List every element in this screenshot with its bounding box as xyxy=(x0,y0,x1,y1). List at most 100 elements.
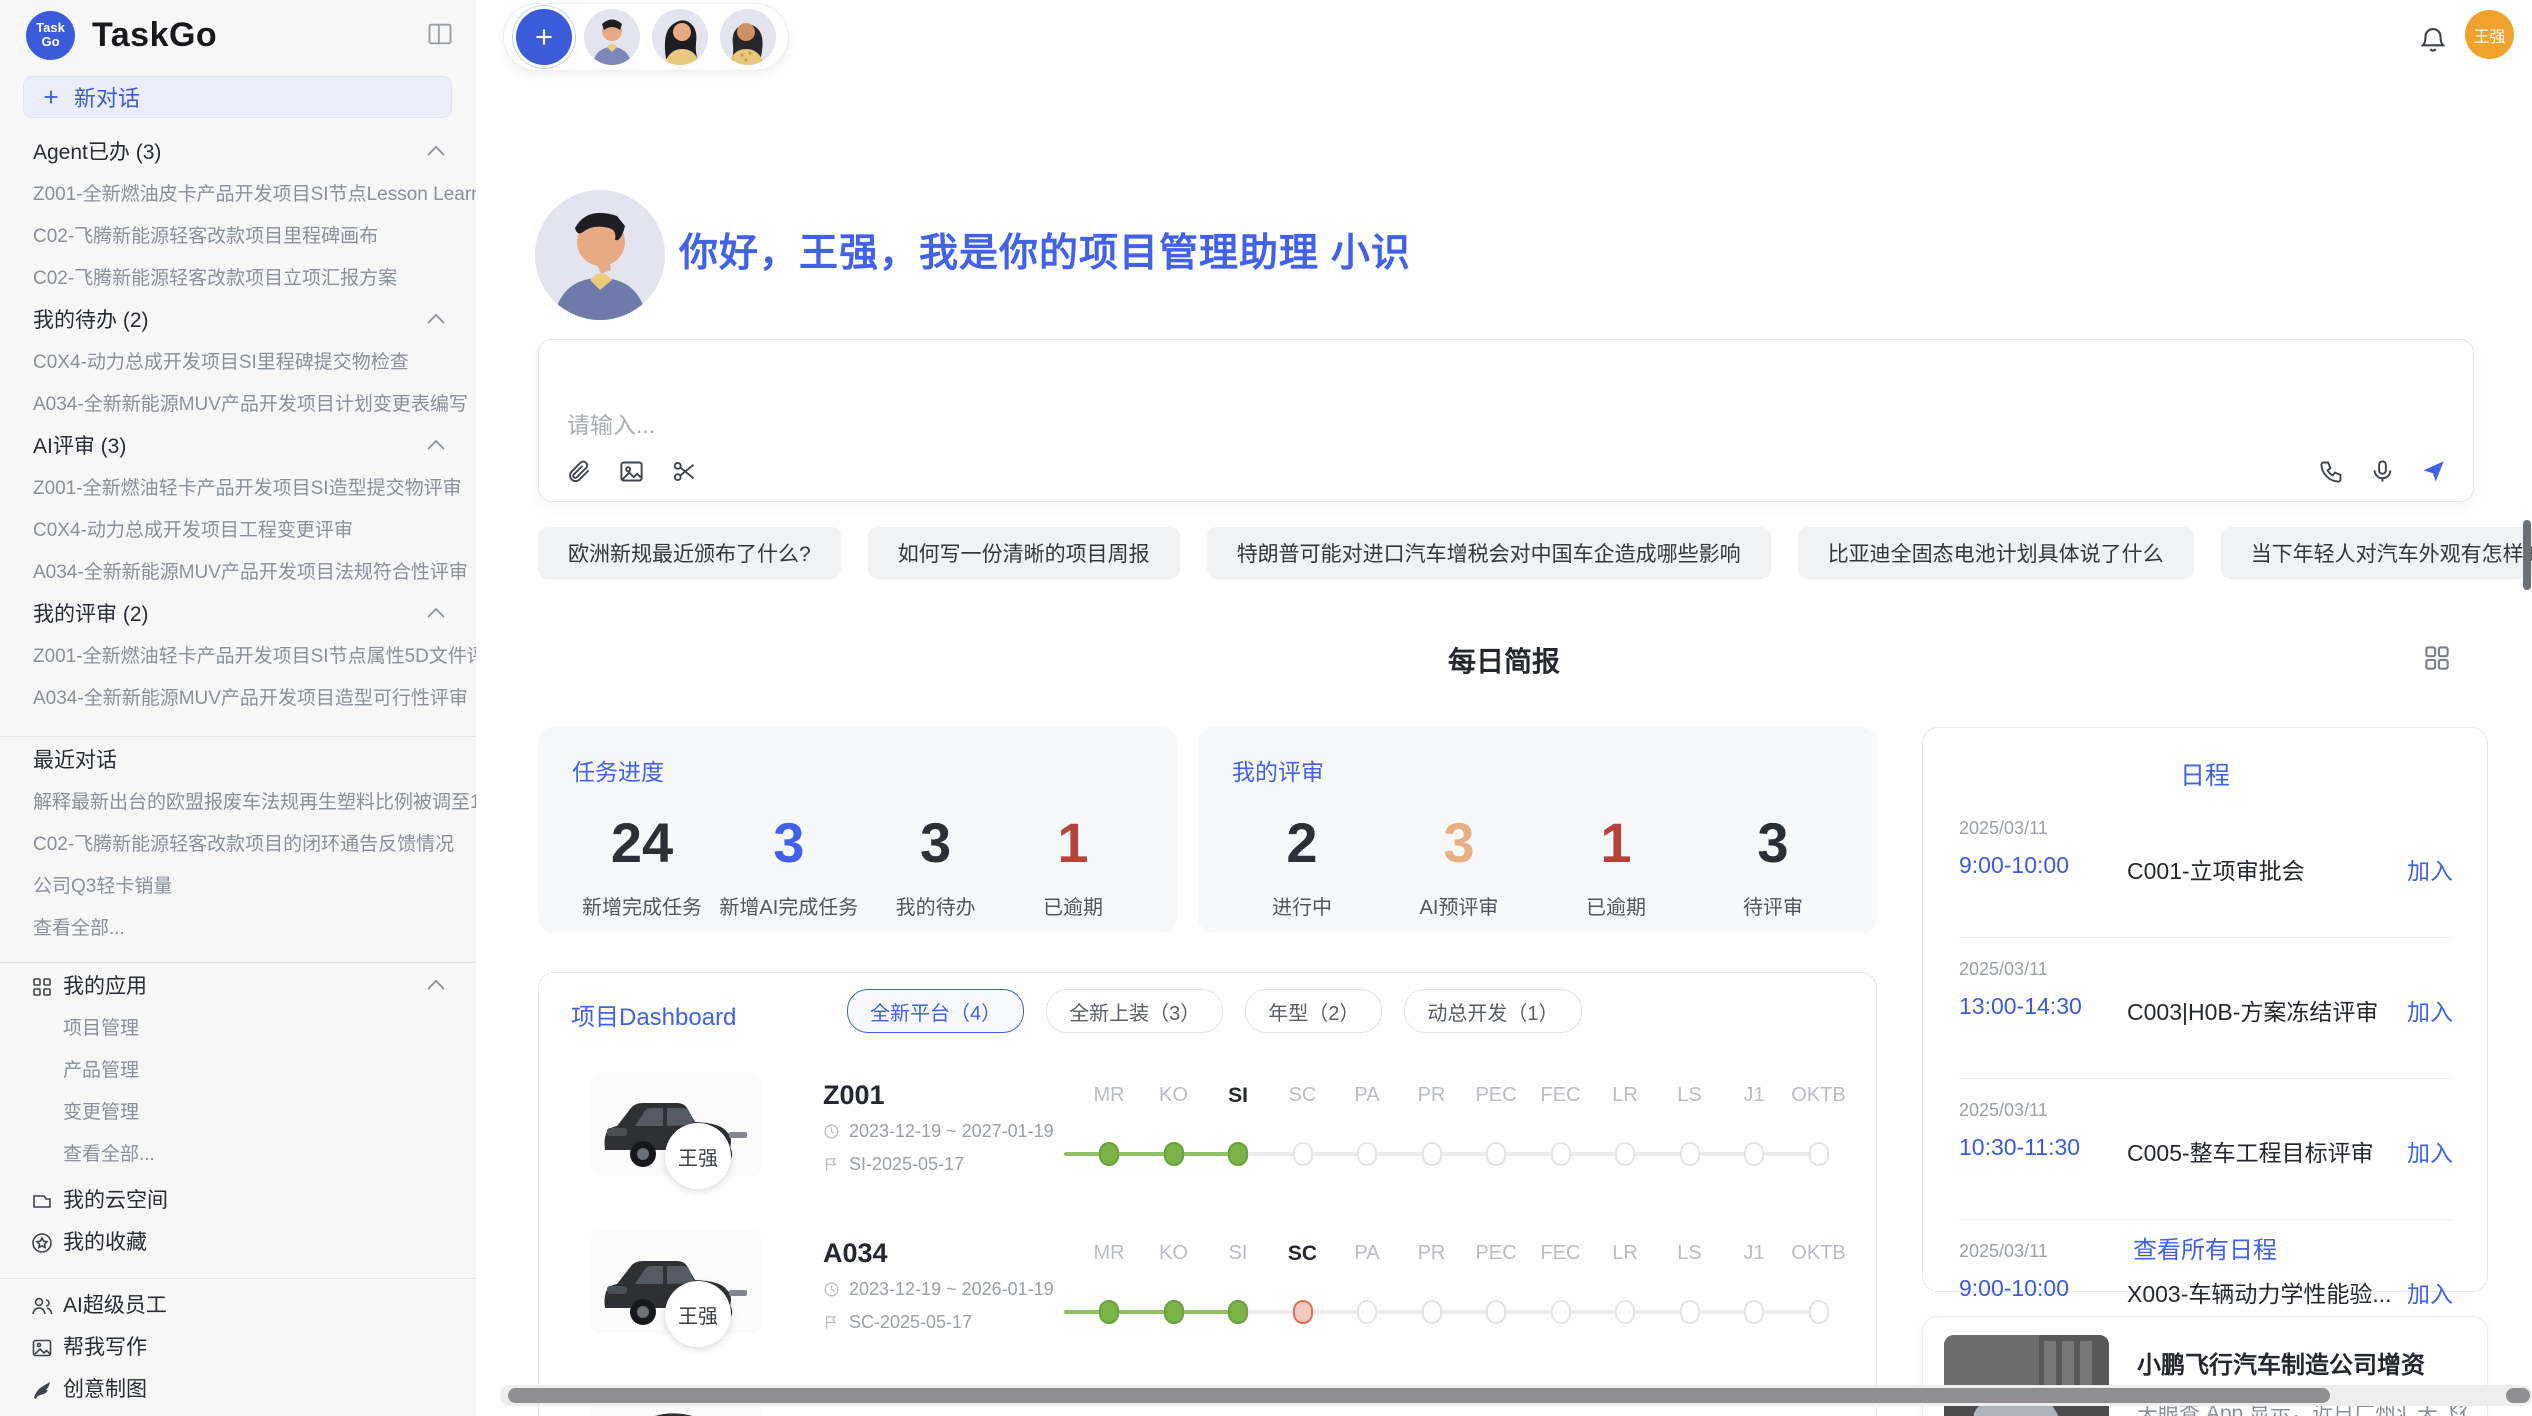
sidebar-section-header[interactable]: 我的待办 (2) xyxy=(0,300,476,342)
brief-layout-icon[interactable] xyxy=(2422,643,2452,673)
agent-avatar-3[interactable] xyxy=(720,9,776,65)
chevron-up-icon xyxy=(426,439,446,451)
vertical-scrollbar-thumb[interactable] xyxy=(2523,520,2531,590)
tool-item-AI超级员工[interactable]: AI超级员工 xyxy=(0,1285,476,1327)
app-menu-item[interactable]: 查看全部... xyxy=(0,1134,476,1176)
suggestion-chip[interactable]: 比亚迪全固态电池计划具体说了什么 xyxy=(1798,527,2194,579)
horizontal-scrollbar xyxy=(500,1385,2532,1406)
my-favorites-item[interactable]: 我的收藏 xyxy=(0,1222,476,1264)
image-upload-icon[interactable] xyxy=(618,458,645,485)
recent-chat-item[interactable]: 公司Q3轻卡销量 xyxy=(0,866,476,908)
dashboard-tab[interactable]: 全新上装（3） xyxy=(1046,989,1223,1033)
suggestion-chip[interactable]: 如何写一份清晰的项目周报 xyxy=(868,527,1180,579)
schedule-title: 日程 xyxy=(1923,756,2487,792)
dashboard-tab[interactable]: 全新平台（4） xyxy=(847,989,1024,1033)
new-chat-button[interactable]: 新对话 xyxy=(23,76,452,118)
milestone-dot xyxy=(1164,1142,1184,1166)
sidebar-task-item[interactable]: Z001-全新燃油皮卡产品开发项目SI节点Lesson Learn报告 xyxy=(0,174,476,216)
horizontal-scrollbar-thumb[interactable] xyxy=(508,1388,2330,1403)
stat-label: 待评审 xyxy=(1713,891,1833,920)
scissors-icon[interactable] xyxy=(671,458,698,485)
horizontal-scrollbar-fragment[interactable] xyxy=(2506,1388,2530,1403)
sidebar-task-item[interactable]: C0X4-动力总成开发项目工程变更评审 xyxy=(0,510,476,552)
event-time: 10:30-11:30 xyxy=(1959,1134,2080,1161)
stat-item: 3待评审 xyxy=(1713,813,1833,920)
agent-avatar-1[interactable] xyxy=(584,9,640,65)
event-name: C001-立项审批会 xyxy=(2127,852,2305,886)
milestone-track: MRKOSISCPAPRPECFECLRLSJ1OKTB xyxy=(1069,1084,1859,1194)
phone-call-icon[interactable] xyxy=(2318,458,2345,485)
dashboard-tab[interactable]: 年型（2） xyxy=(1245,989,1382,1033)
news-title: 小鹏飞行汽车制造公司增资 xyxy=(2137,1345,2425,1380)
view-all-schedule-link[interactable]: 查看所有日程 xyxy=(1923,1230,2487,1265)
tool-item-帮我写作[interactable]: 帮我写作 xyxy=(0,1327,476,1369)
task-progress-card: 任务进度24新增完成任务3新增AI完成任务3我的待办1已逾期 xyxy=(538,727,1177,933)
my-apps-label: 我的应用 xyxy=(63,975,147,998)
milestone-dot xyxy=(1357,1142,1377,1166)
sidebar-task-item[interactable]: C02-飞腾新能源轻客改款项目立项汇报方案 xyxy=(0,258,476,300)
project-dates: 2023-12-19 ~ 2026-01-19 xyxy=(823,1279,1054,1300)
recent-chat-item[interactable]: 解释最新出台的欧盟报废车法规再生塑料比例被调至15%... xyxy=(0,782,476,824)
assistant-avatar xyxy=(535,190,665,320)
stat-columns: 2进行中3AI预评审1已逾期3待评审 xyxy=(1232,813,1843,920)
cloud-space-icon xyxy=(30,1189,54,1213)
milestone-dot xyxy=(1680,1142,1700,1166)
my-apps-header[interactable]: 我的应用 xyxy=(0,966,476,1008)
agent-avatar-2[interactable] xyxy=(652,9,708,65)
microphone-icon[interactable] xyxy=(2369,458,2396,485)
event-name: X003-车辆动力学性能验... xyxy=(2127,1275,2392,1309)
stat-card-title: 任务进度 xyxy=(572,753,1143,787)
join-link[interactable]: 加入 xyxy=(2407,993,2453,1027)
dashboard-tab[interactable]: 动总开发（1） xyxy=(1404,989,1581,1033)
recent-chats-header[interactable]: 最近对话 xyxy=(0,740,476,782)
milestone-dot xyxy=(1422,1300,1442,1324)
divider xyxy=(0,1278,476,1279)
view-all-chats-link[interactable]: 查看全部... xyxy=(0,908,476,950)
sidebar-task-item[interactable]: Z001-全新燃油轻卡产品开发项目SI造型提交物评审 xyxy=(0,468,476,510)
app-menu-item[interactable]: 产品管理 xyxy=(0,1050,476,1092)
milestone-dot xyxy=(1615,1142,1635,1166)
sidebar-task-item[interactable]: C0X4-动力总成开发项目SI里程碑提交物检查 xyxy=(0,342,476,384)
add-agent-button[interactable] xyxy=(516,9,572,65)
suggestion-chip[interactable]: 特朗普可能对进口汽车增税会对中国车企造成哪些影响 xyxy=(1207,527,1771,579)
sidebar-task-item[interactable]: Z001-全新燃油轻卡产品开发项目SI节点属性5D文件评审 xyxy=(0,636,476,678)
project-row[interactable]: 王强A0342023-12-19 ~ 2026-01-19SC-2025-05-… xyxy=(539,1230,1878,1360)
event-date: 2025/03/11 xyxy=(1959,1100,2048,1121)
suggestion-chip[interactable]: 当下年轻人对汽车外观有怎样的喜好趋势 xyxy=(2221,527,2532,579)
sidebar-section-header[interactable]: Agent已办 (3) xyxy=(0,132,476,174)
recent-chat-item[interactable]: C02-飞腾新能源轻客改款项目的闭环通告反馈情况 xyxy=(0,824,476,866)
my-cloud-space-item[interactable]: 我的云空间 xyxy=(0,1180,476,1222)
send-icon[interactable] xyxy=(2420,458,2447,485)
attach-icon[interactable] xyxy=(565,458,592,485)
app-menu-item[interactable]: 项目管理 xyxy=(0,1008,476,1050)
project-flag: SI-2025-05-17 xyxy=(823,1154,964,1175)
sidebar-collapse-icon[interactable] xyxy=(426,20,454,48)
join-link[interactable]: 加入 xyxy=(2407,1275,2453,1309)
tool-label: 创意制图 xyxy=(63,1378,147,1401)
notifications-bell-icon[interactable] xyxy=(2418,24,2448,54)
chat-input[interactable]: 请输入... xyxy=(567,406,655,440)
sidebar-task-item[interactable]: A034-全新新能源MUV产品开发项目造型可行性评审 xyxy=(0,678,476,720)
suggestion-chip[interactable]: 欧洲新规最近颁布了什么? xyxy=(538,527,841,579)
stat-label: 已逾期 xyxy=(1556,891,1676,920)
user-avatar[interactable]: 王强 xyxy=(2465,10,2514,59)
sidebar-task-item[interactable]: A034-全新新能源MUV产品开发项目计划变更表编写 xyxy=(0,384,476,426)
join-link[interactable]: 加入 xyxy=(2407,852,2453,886)
app-menu-item[interactable]: 变更管理 xyxy=(0,1092,476,1134)
favorites-icon xyxy=(30,1231,54,1255)
join-link[interactable]: 加入 xyxy=(2407,1134,2453,1168)
milestone-dot xyxy=(1357,1300,1377,1324)
sidebar-section-header[interactable]: 我的评审 (2) xyxy=(0,594,476,636)
sidebar-task-item[interactable]: A034-全新新能源MUV产品开发项目法规符合性评审 xyxy=(0,552,476,594)
milestone-dot xyxy=(1551,1300,1571,1324)
apps-grid-icon xyxy=(30,975,54,999)
app-window: TaskGo TaskGo 新对话 Agent已办 (3)Z001-全新燃油皮卡… xyxy=(0,0,2532,1416)
sidebar-task-item[interactable]: C02-飞腾新能源轻客改款项目里程碑画布 xyxy=(0,216,476,258)
sidebar-section-header[interactable]: AI评审 (3) xyxy=(0,426,476,468)
input-toolbar-right xyxy=(2318,458,2447,485)
chat-input-card: 请输入... xyxy=(538,339,2474,502)
event-time: 9:00-10:00 xyxy=(1959,1275,2069,1302)
stat-value: 2 xyxy=(1242,813,1362,873)
project-row[interactable]: 王强Z0012023-12-19 ~ 2027-01-19SI-2025-05-… xyxy=(539,1072,1878,1202)
tool-item-创意制图[interactable]: 创意制图 xyxy=(0,1369,476,1411)
